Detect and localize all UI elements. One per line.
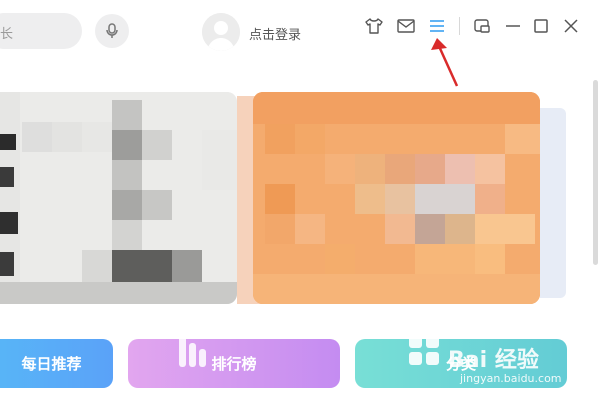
banner-main[interactable] (253, 92, 540, 304)
skin-button[interactable] (364, 16, 384, 36)
mail-icon (397, 19, 415, 33)
maximize-button[interactable] (531, 16, 551, 36)
baidu-watermark-url: jingyan.baidu.com (460, 372, 562, 385)
chart-bars-icon (179, 335, 206, 367)
mic-icon (106, 23, 118, 38)
avatar-icon (202, 13, 240, 51)
login-link[interactable]: 点击登录 (249, 24, 301, 43)
minimize-button[interactable] (503, 16, 523, 36)
close-icon (564, 19, 578, 33)
mini-mode-button[interactable] (472, 16, 492, 36)
baidu-watermark: Bai 经验 (448, 348, 539, 373)
daily-recommend-label: 每日推荐 (21, 355, 82, 373)
minimize-icon (506, 25, 520, 27)
daily-recommend-button[interactable]: 每日推荐 (0, 339, 113, 388)
voice-search-button[interactable] (95, 14, 129, 48)
maximize-icon (534, 19, 548, 33)
banner-right-peek[interactable] (540, 108, 566, 298)
search-box[interactable]: 长 (0, 13, 82, 49)
banner-left[interactable] (0, 92, 237, 304)
menu-icon (430, 20, 444, 32)
annotation-arrow-icon (431, 38, 459, 87)
skin-icon (365, 18, 383, 34)
category-grid-icon (409, 335, 439, 365)
banner-main-image (253, 92, 540, 304)
ranking-label: 排行榜 (211, 355, 257, 373)
banner-left-image (0, 92, 237, 304)
mini-mode-icon (474, 19, 490, 33)
user-avatar[interactable] (202, 13, 240, 51)
close-button[interactable] (561, 16, 581, 36)
ranking-button[interactable]: 排行榜 (128, 335, 340, 388)
vertical-scrollbar[interactable] (593, 80, 598, 265)
search-placeholder: 长 (0, 27, 14, 42)
toolbar-divider (459, 17, 460, 35)
mail-button[interactable] (396, 16, 416, 36)
main-menu-button[interactable] (427, 16, 447, 36)
